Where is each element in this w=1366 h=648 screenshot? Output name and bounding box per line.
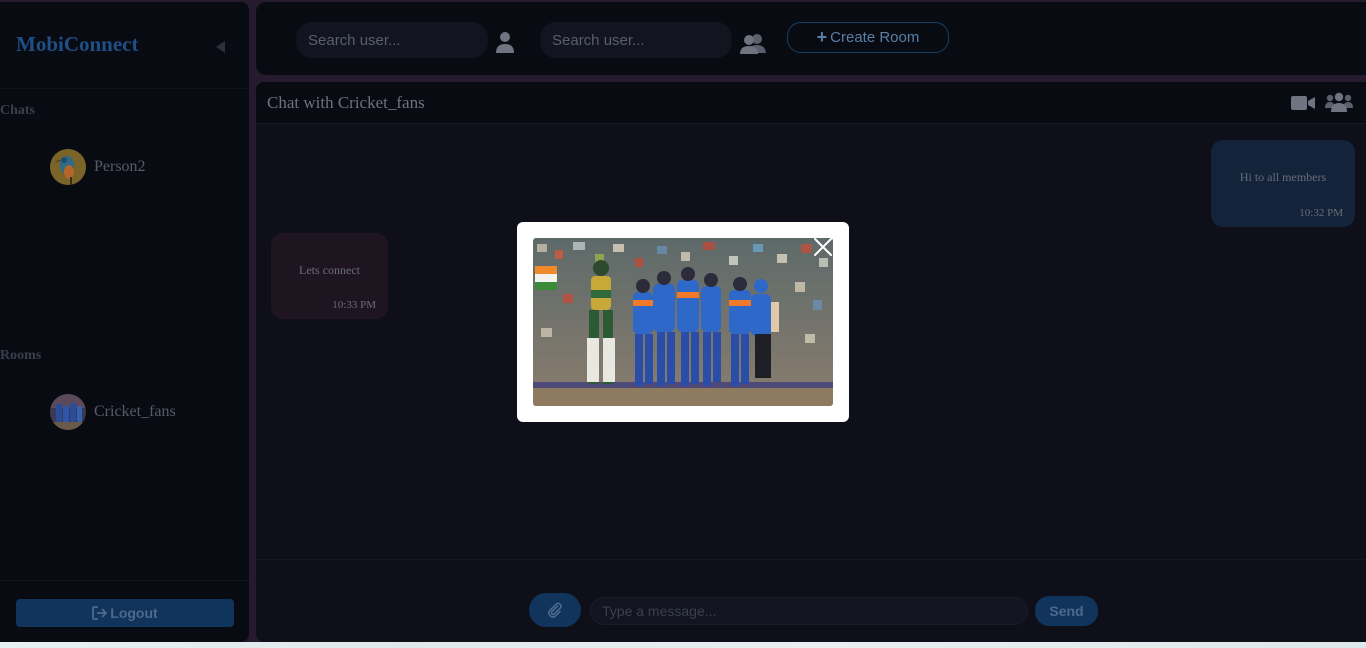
chat-title: Chat with Cricket_fans: [267, 93, 425, 112]
outgoing-message: Hi to all members 10:32 PM: [1211, 140, 1355, 227]
image-preview-modal: [517, 222, 849, 422]
collapse-sidebar-icon[interactable]: [212, 38, 228, 56]
group-search-input[interactable]: [540, 22, 732, 58]
message-input[interactable]: [590, 597, 1028, 625]
user-search-input[interactable]: [296, 22, 488, 58]
chat-item-label: Person2: [94, 158, 146, 175]
message-time: 10:33 PM: [332, 299, 376, 311]
brand-logo[interactable]: MobiConnect: [16, 32, 139, 57]
attach-button[interactable]: [529, 593, 581, 627]
plus-icon: +: [816, 27, 828, 47]
video-call-icon[interactable]: [1291, 95, 1315, 116]
logout-icon: [92, 606, 108, 620]
message-time: 10:32 PM: [1299, 207, 1343, 219]
message-composer: Send: [256, 559, 1366, 642]
app-window: MobiConnect Chats Person2 Rooms Cricket_…: [0, 0, 1366, 648]
users-icon[interactable]: [739, 33, 767, 60]
user-icon[interactable]: [495, 31, 515, 58]
cricket-team-photo: [533, 238, 833, 406]
room-item-label: Cricket_fans: [94, 403, 176, 420]
chat-header: Chat with Cricket_fans: [256, 82, 1366, 124]
chat-item-person2[interactable]: Person2: [50, 149, 240, 185]
cricket-team-avatar: [50, 394, 86, 430]
sidebar: MobiConnect Chats Person2 Rooms Cricket_…: [0, 2, 249, 642]
chats-heading: Chats: [0, 103, 36, 118]
paperclip-icon: [548, 602, 562, 618]
room-item-cricket-fans[interactable]: Cricket_fans: [50, 394, 240, 430]
incoming-message: Lets connect 10:33 PM: [271, 233, 388, 319]
send-button[interactable]: Send: [1035, 596, 1098, 626]
taskbar-strip: [0, 642, 1366, 648]
group-members-icon[interactable]: [1325, 92, 1353, 117]
rooms-heading: Rooms: [0, 348, 42, 363]
message-text: Lets connect: [299, 263, 360, 277]
logout-label: Logout: [110, 605, 158, 621]
kingfisher-avatar: [50, 149, 86, 185]
logout-button[interactable]: Logout: [16, 599, 234, 627]
topbar: + Create Room: [256, 2, 1366, 75]
sidebar-footer: Logout: [0, 580, 249, 643]
create-room-button[interactable]: + Create Room: [787, 22, 949, 53]
close-icon[interactable]: [812, 236, 834, 258]
brand-row: MobiConnect: [0, 2, 249, 89]
message-text: Hi to all members: [1239, 170, 1327, 184]
create-room-label: Create Room: [830, 29, 920, 46]
